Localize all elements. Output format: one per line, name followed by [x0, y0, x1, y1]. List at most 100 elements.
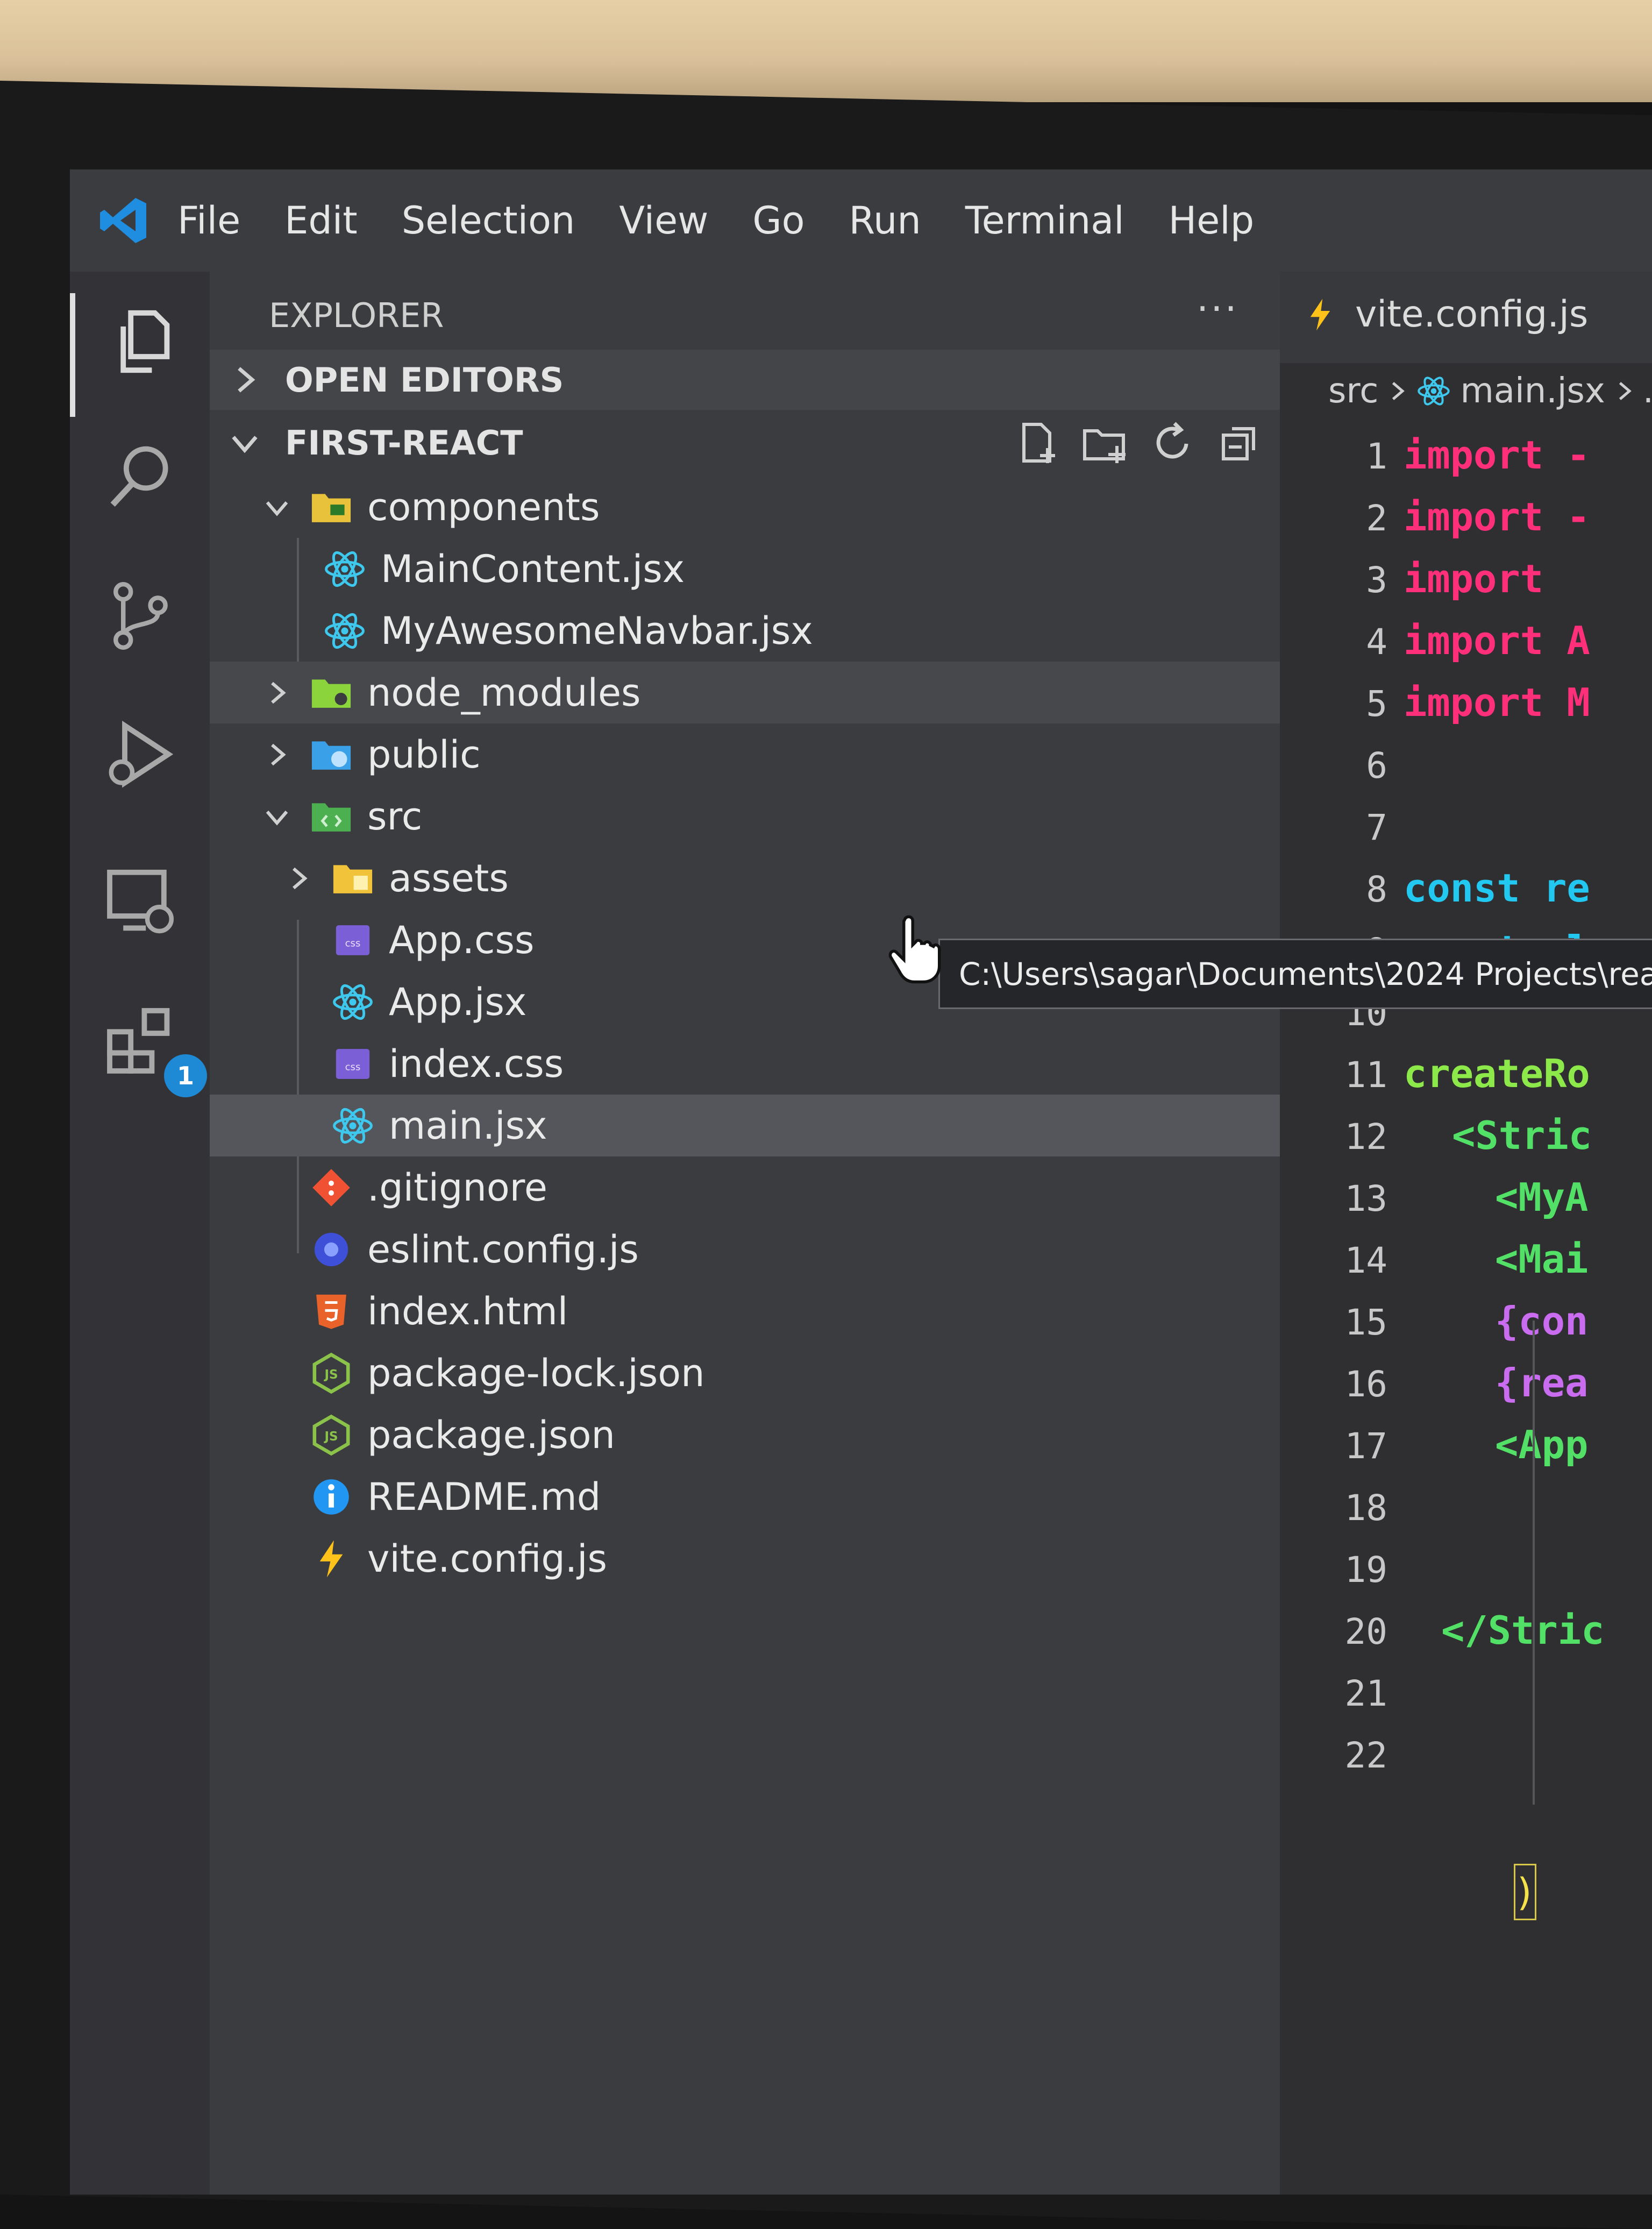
- tree-label: README.md: [367, 1474, 601, 1519]
- tree-folder-node-modules[interactable]: node_modules: [210, 662, 1320, 723]
- menu-go[interactable]: Go: [752, 198, 804, 243]
- tree-file-index-css[interactable]: css index.css: [210, 1033, 1390, 1095]
- line-number: 1: [1366, 436, 1387, 477]
- chevron-right-icon: [238, 367, 255, 393]
- tree-file-vite-config[interactable]: vite.config.js: [210, 1528, 1369, 1589]
- new-file-icon[interactable]: [1011, 416, 1065, 470]
- explorer-icon[interactable]: [102, 304, 177, 379]
- tree-file-maincontent[interactable]: MainContent.jsx: [210, 538, 1382, 600]
- tree-label: App.jsx: [389, 979, 527, 1024]
- more-actions-button[interactable]: ···: [1197, 287, 1239, 331]
- tree-folder-assets[interactable]: assets: [210, 847, 1342, 909]
- tree-file-myawesomenavbar[interactable]: MyAwesomeNavbar.jsx: [210, 600, 1382, 662]
- line-number: 13: [1344, 1178, 1387, 1219]
- run-debug-icon[interactable]: [102, 718, 177, 793]
- code-line: </Stric: [1441, 1608, 1605, 1653]
- open-editors-label: OPEN EDITORS: [285, 360, 564, 400]
- tree-label: index.html: [367, 1289, 568, 1333]
- tree-folder-components[interactable]: components: [210, 476, 1320, 538]
- menu-file[interactable]: File: [177, 198, 240, 243]
- nodejs-icon-glyph: JS: [323, 1367, 338, 1381]
- breadcrumb-folder[interactable]: src: [1328, 371, 1378, 411]
- tree-folder-public[interactable]: public: [210, 723, 1320, 785]
- nodejs-icon: JS: [312, 1414, 350, 1456]
- html-icon: [316, 1294, 346, 1329]
- editor-area: vite.config.js src main.jsx .. 123456789…: [1280, 272, 1652, 2195]
- code-line: import: [1404, 556, 1544, 601]
- menu-run[interactable]: Run: [849, 198, 921, 243]
- tree-label: components: [367, 485, 600, 529]
- extensions-icon[interactable]: 1: [102, 1003, 207, 1097]
- chevron-down-icon: [232, 436, 258, 453]
- line-number: 19: [1344, 1549, 1387, 1591]
- line-number: 21: [1344, 1673, 1387, 1714]
- line-number: 14: [1344, 1240, 1387, 1281]
- activity-bar: 1: [70, 272, 210, 2195]
- line-number: 15: [1344, 1302, 1387, 1343]
- tree-label: .gitignore: [367, 1165, 547, 1210]
- code-line: createRo: [1404, 1051, 1590, 1096]
- tree-folder-src[interactable]: src: [210, 785, 1320, 847]
- breadcrumb-more[interactable]: ..: [1643, 371, 1652, 411]
- line-number: 16: [1344, 1364, 1387, 1405]
- react-icon: [333, 1108, 373, 1144]
- tree-file-package-lock[interactable]: JS package-lock.json: [210, 1342, 1369, 1404]
- menu-view[interactable]: View: [619, 198, 708, 243]
- explorer-title: EXPLORER: [269, 296, 444, 335]
- tree-file-main-jsx[interactable]: main.jsx: [210, 1095, 1390, 1156]
- line-number: 17: [1344, 1425, 1387, 1467]
- react-icon: [1418, 377, 1450, 406]
- tree-label: vite.config.js: [367, 1536, 608, 1581]
- extensions-badge: 1: [164, 1054, 207, 1097]
- line-number: 7: [1366, 807, 1387, 848]
- code-line: const re: [1404, 865, 1590, 911]
- tree-file-gitignore[interactable]: .gitignore: [210, 1156, 1369, 1218]
- chevron-down-icon: [266, 501, 288, 516]
- tree-label: MyAwesomeNavbar.jsx: [381, 608, 813, 653]
- tree-file-package-json[interactable]: JS package.json: [210, 1404, 1369, 1466]
- line-number: 4: [1366, 621, 1387, 663]
- folder-src-icon: [311, 803, 351, 832]
- tree-file-index-html[interactable]: index.html: [210, 1280, 1369, 1342]
- chevron-right-icon: [271, 743, 286, 765]
- line-number: 5: [1366, 683, 1387, 725]
- project-section[interactable]: FIRST-REACT: [210, 413, 1280, 473]
- line-number: 20: [1344, 1611, 1387, 1652]
- react-icon: [333, 984, 373, 1020]
- folder-components-icon: [311, 493, 351, 522]
- line-number: 22: [1344, 1735, 1387, 1776]
- nodejs-icon: JS: [312, 1352, 350, 1394]
- tree-label: public: [367, 732, 481, 777]
- menu-edit[interactable]: Edit: [284, 198, 358, 243]
- menu-selection[interactable]: Selection: [402, 198, 575, 243]
- folder-assets-icon: [333, 864, 373, 893]
- react-icon: [325, 613, 365, 649]
- chevron-right-icon: [293, 867, 308, 889]
- explorer-toolbar: [998, 413, 1266, 473]
- remote-explorer-icon[interactable]: [102, 863, 177, 939]
- tree-label: assets: [389, 856, 509, 900]
- indent-guide: [1533, 1321, 1535, 1805]
- search-icon[interactable]: [102, 438, 177, 514]
- line-number: 8: [1366, 869, 1387, 910]
- git-icon: [312, 1168, 350, 1206]
- chevron-right-icon: [271, 682, 286, 704]
- collapse-all-icon[interactable]: [1213, 416, 1266, 470]
- new-folder-icon[interactable]: [1078, 416, 1132, 470]
- tab-vite-config[interactable]: vite.config.js: [1301, 293, 1588, 336]
- code-line: import -: [1404, 494, 1590, 539]
- menu-terminal[interactable]: Terminal: [965, 198, 1124, 243]
- tree-label: src: [367, 794, 423, 839]
- open-editors-section[interactable]: OPEN EDITORS: [210, 350, 1280, 410]
- menu-help[interactable]: Help: [1169, 198, 1255, 243]
- breadcrumb-file[interactable]: main.jsx: [1460, 371, 1605, 411]
- tree-label: main.jsx: [389, 1103, 547, 1148]
- tree-file-readme[interactable]: README.md: [210, 1466, 1369, 1528]
- matched-bracket-highlight: ): [1514, 1864, 1536, 1920]
- source-control-icon[interactable]: [102, 578, 177, 654]
- refresh-icon[interactable]: [1145, 416, 1199, 470]
- code-line: <Mai: [1495, 1237, 1589, 1282]
- tree-file-eslint-config[interactable]: eslint.config.js: [210, 1218, 1369, 1280]
- chevron-down-icon: [266, 810, 288, 826]
- editor-tab-bar: vite.config.js: [1280, 272, 1652, 363]
